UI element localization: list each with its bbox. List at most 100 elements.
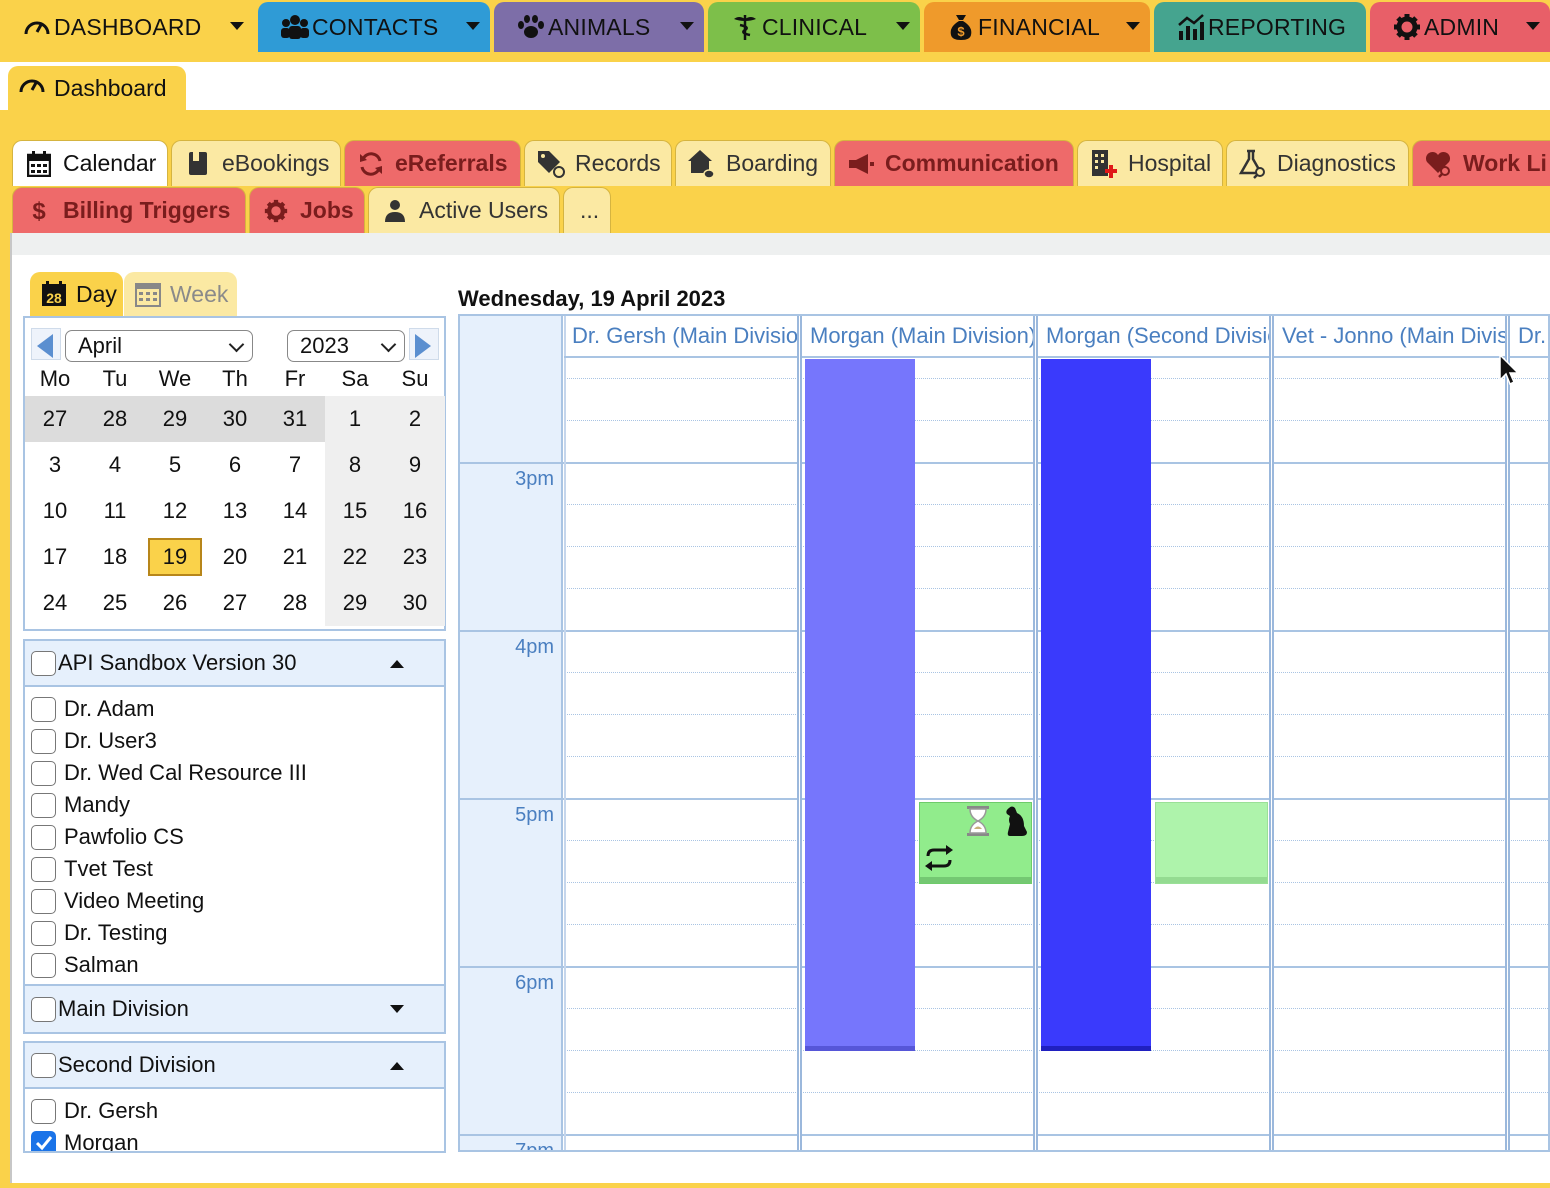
calendar-day[interactable]: 28 — [265, 580, 325, 626]
calendar-day[interactable]: 28 — [85, 396, 145, 442]
group-header[interactable]: Second Division — [25, 1043, 444, 1089]
chevron-left-icon[interactable] — [37, 334, 53, 358]
unavailable-block[interactable] — [805, 359, 915, 1051]
tab-billing-triggers[interactable]: $ Billing Triggers — [12, 187, 246, 233]
group-header[interactable]: Main Division — [25, 986, 444, 1032]
tab-day-view[interactable]: 28 Day — [30, 272, 123, 316]
calendar-day[interactable]: 7 — [265, 442, 325, 488]
tab-ereferrals[interactable]: eReferrals — [344, 140, 521, 186]
nav-contacts[interactable]: CONTACTS — [258, 2, 490, 52]
nav-dashboard[interactable]: DASHBOARD — [0, 2, 254, 52]
group-checkbox[interactable] — [31, 650, 56, 676]
calendar-day[interactable]: 16 — [385, 488, 445, 534]
resource-item[interactable]: Dr. Wed Cal Resource III — [31, 757, 441, 789]
calendar-day[interactable]: 18 — [85, 534, 145, 580]
resource-checkbox[interactable] — [31, 1098, 56, 1124]
calendar-day[interactable]: 22 — [325, 534, 385, 580]
nav-financial[interactable]: $ FINANCIAL — [924, 2, 1150, 52]
tab-week-view[interactable]: Week — [124, 272, 237, 316]
calendar-day[interactable]: 30 — [205, 396, 265, 442]
calendar-day[interactable]: 2 — [385, 396, 445, 442]
calendar-day[interactable]: 26 — [145, 580, 205, 626]
resource-checkbox[interactable] — [31, 696, 56, 722]
tab-jobs[interactable]: Jobs — [249, 187, 365, 233]
calendar-day[interactable]: 21 — [265, 534, 325, 580]
tab-diagnostics[interactable]: Diagnostics — [1226, 140, 1409, 186]
calendar-day[interactable]: 10 — [25, 488, 85, 534]
resource-item[interactable]: Dr. User3 — [31, 725, 441, 757]
tab-ebookings[interactable]: eBookings — [171, 140, 341, 186]
chevron-right-icon[interactable] — [415, 334, 431, 358]
resource-item[interactable]: Salman — [31, 949, 441, 981]
calendar-day[interactable]: 11 — [85, 488, 145, 534]
calendar-day[interactable]: 27 — [25, 396, 85, 442]
chevron-down-icon[interactable] — [1526, 22, 1540, 30]
chevron-down-icon[interactable] — [1126, 22, 1140, 30]
calendar-day[interactable]: 29 — [325, 580, 385, 626]
resource-item[interactable]: Dr. Testing — [31, 917, 441, 949]
tab-calendar[interactable]: Calendar — [12, 140, 168, 186]
resource-item[interactable]: Dr. Gersh — [31, 1095, 441, 1127]
appointment-resize-handle[interactable] — [920, 877, 1031, 883]
resource-item[interactable]: Video Meeting — [31, 885, 441, 917]
resource-item[interactable]: Pawfolio CS — [31, 821, 441, 853]
calendar-day[interactable]: 25 — [85, 580, 145, 626]
nav-admin[interactable]: ADMIN — [1370, 2, 1550, 52]
calendar-day[interactable]: 30 — [385, 580, 445, 626]
resource-item[interactable]: Morgan — [31, 1127, 441, 1151]
calendar-day[interactable]: 23 — [385, 534, 445, 580]
column-header[interactable]: Vet - Jonno (Main Division) — [1274, 316, 1505, 358]
calendar-day[interactable]: 1 — [325, 396, 385, 442]
resource-item[interactable]: Mandy — [31, 789, 441, 821]
tab-more[interactable]: ... — [563, 187, 611, 233]
calendar-day[interactable]: 13 — [205, 488, 265, 534]
resource-checkbox[interactable] — [31, 728, 56, 754]
column-header[interactable]: Dr. Gersh (Main Division) — [564, 316, 797, 358]
resource-checkbox[interactable] — [31, 824, 56, 850]
tab-records[interactable]: Records — [524, 140, 672, 186]
calendar-day[interactable]: 17 — [25, 534, 85, 580]
calendar-day[interactable]: 24 — [25, 580, 85, 626]
calendar-day[interactable]: 31 — [265, 396, 325, 442]
resource-checkbox[interactable] — [31, 760, 56, 786]
calendar-day[interactable]: 4 — [85, 442, 145, 488]
tab-dashboard[interactable]: Dashboard — [8, 66, 186, 110]
tab-work-list[interactable]: Work Li — [1412, 140, 1550, 186]
resource-checkbox[interactable] — [31, 920, 56, 946]
group-checkbox[interactable] — [31, 996, 56, 1022]
calendar-day[interactable]: 12 — [145, 488, 205, 534]
group-checkbox[interactable] — [31, 1052, 56, 1078]
calendar-day[interactable]: 27 — [205, 580, 265, 626]
column-header[interactable]: Dr. — [1510, 316, 1548, 358]
resource-checkbox[interactable] — [31, 888, 56, 914]
tab-communication[interactable]: Communication — [834, 140, 1074, 186]
resource-checkbox[interactable] — [31, 792, 56, 818]
calendar-day[interactable]: 15 — [325, 488, 385, 534]
tab-boarding[interactable]: Boarding — [675, 140, 831, 186]
collapse-icon[interactable] — [390, 1062, 404, 1070]
calendar-day[interactable]: 9 — [385, 442, 445, 488]
nav-clinical[interactable]: CLINICAL — [708, 2, 920, 52]
resource-item[interactable]: Tvet Test — [31, 853, 441, 885]
chevron-down-icon[interactable] — [230, 22, 244, 30]
resource-checkbox[interactable] — [31, 856, 56, 882]
calendar-day[interactable]: 5 — [145, 442, 205, 488]
expand-icon[interactable] — [390, 1005, 404, 1013]
calendar-day[interactable]: 8 — [325, 442, 385, 488]
resource-checkbox[interactable] — [31, 1130, 56, 1151]
resource-checkbox[interactable] — [31, 952, 56, 978]
calendar-day[interactable]: 14 — [265, 488, 325, 534]
month-select[interactable]: April — [65, 330, 253, 362]
tab-hospital[interactable]: Hospital — [1077, 140, 1223, 186]
collapse-icon[interactable] — [390, 660, 404, 668]
chevron-down-icon[interactable] — [896, 22, 910, 30]
calendar-day[interactable]: 6 — [205, 442, 265, 488]
year-select[interactable]: 2023 — [287, 330, 405, 362]
column-header[interactable]: Morgan (Main Division) — [802, 316, 1033, 358]
calendar-day[interactable]: 20 — [205, 534, 265, 580]
appointment[interactable] — [919, 802, 1032, 884]
group-header[interactable]: API Sandbox Version 30 — [25, 641, 444, 687]
chevron-down-icon[interactable] — [466, 22, 480, 30]
nav-animals[interactable]: ANIMALS — [494, 2, 704, 52]
calendar-day[interactable]: 19 — [145, 534, 205, 580]
